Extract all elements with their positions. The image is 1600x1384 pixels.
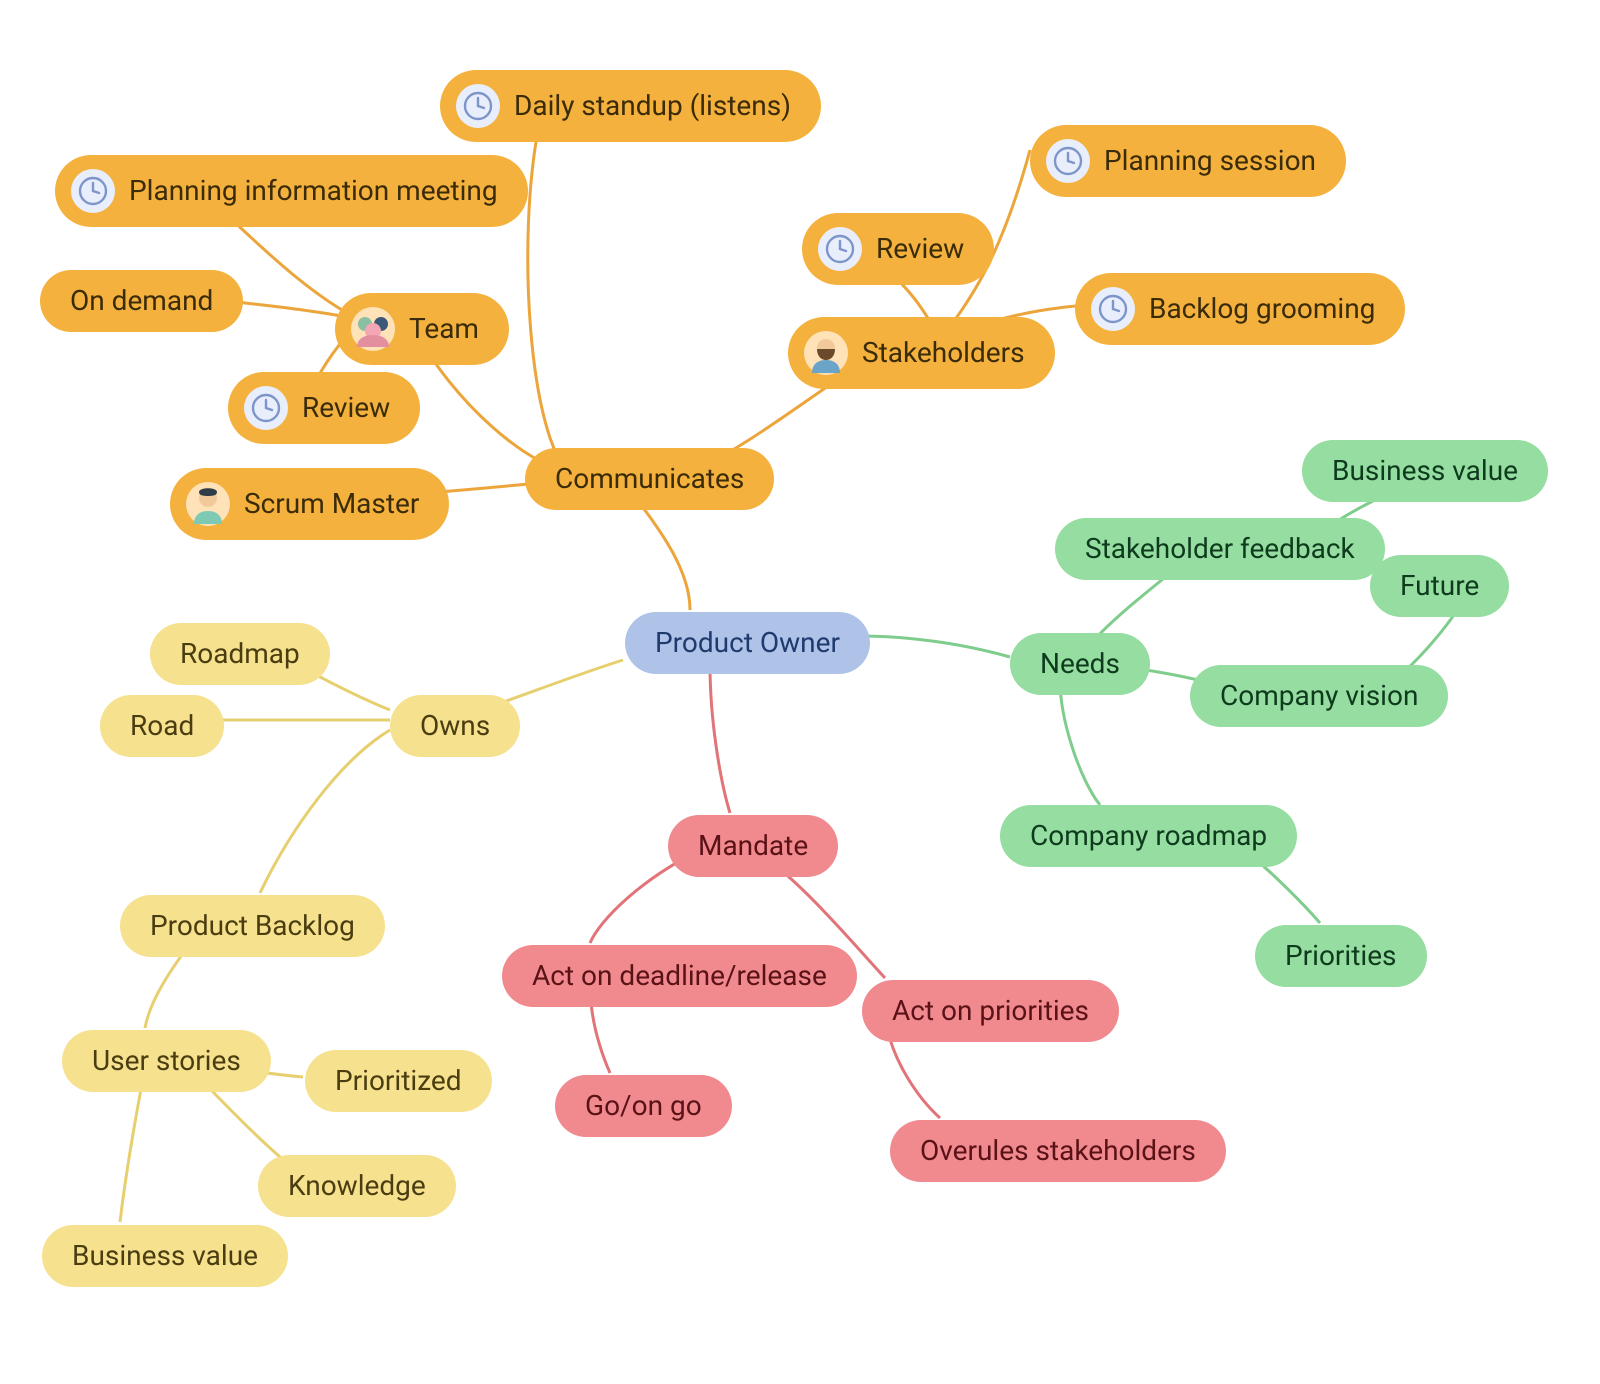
node-backlog-grooming[interactable]: Backlog grooming [1075,273,1405,345]
node-owns[interactable]: Owns [390,695,520,757]
node-prioritized[interactable]: Prioritized [305,1050,492,1112]
node-needs-business-value[interactable]: Business value [1302,440,1548,502]
label: Review [876,232,964,266]
label: Product Backlog [150,909,355,943]
label: Prioritized [335,1064,462,1098]
node-go-no-go[interactable]: Go/on go [555,1075,732,1137]
node-team-review[interactable]: Review [228,372,420,444]
node-overrules[interactable]: Overules stakeholders [890,1120,1226,1182]
label: Act on deadline/release [532,959,827,993]
node-roadmap[interactable]: Roadmap [150,623,330,685]
clock-icon [71,169,115,213]
label: Planning information meeting [129,174,498,208]
label: Company roadmap [1030,819,1267,853]
node-stakeholders-review[interactable]: Review [802,213,994,285]
label: Backlog grooming [1149,292,1375,326]
clock-icon [456,84,500,128]
node-communicates[interactable]: Communicates [525,448,774,510]
node-scrum-master[interactable]: Scrum Master [170,468,449,540]
node-needs[interactable]: Needs [1010,633,1150,695]
node-company-roadmap[interactable]: Company roadmap [1000,805,1297,867]
label: Product Owner [655,626,840,660]
label: Stakeholder feedback [1085,532,1355,566]
node-future[interactable]: Future [1370,555,1509,617]
team-icon [351,307,395,351]
label: Company vision [1220,679,1418,713]
node-user-stories[interactable]: User stories [62,1030,271,1092]
label: Stakeholders [862,336,1025,370]
node-act-priorities[interactable]: Act on priorities [862,980,1119,1042]
label: Roadmap [180,637,300,671]
node-road[interactable]: Road [100,695,224,757]
node-planning-session[interactable]: Planning session [1030,125,1346,197]
label: Needs [1040,647,1120,681]
node-planning-info-meeting[interactable]: Planning information meeting [55,155,528,227]
label: User stories [92,1044,241,1078]
label: Future [1400,569,1479,603]
label: Planning session [1104,144,1316,178]
node-stakeholders[interactable]: Stakeholders [788,317,1055,389]
node-on-demand[interactable]: On demand [40,270,243,332]
node-team[interactable]: Team [335,293,509,365]
label: Owns [420,709,490,743]
node-stakeholder-feedback[interactable]: Stakeholder feedback [1055,518,1385,580]
label: Act on priorities [892,994,1089,1028]
clock-icon [818,227,862,271]
node-owns-business-value[interactable]: Business value [42,1225,288,1287]
label: Overules stakeholders [920,1134,1196,1168]
label: Go/on go [585,1089,702,1123]
node-knowledge[interactable]: Knowledge [258,1155,456,1217]
label: Mandate [698,829,808,863]
node-daily-standup[interactable]: Daily standup (listens) [440,70,821,142]
label: Daily standup (listens) [514,89,791,123]
node-mandate[interactable]: Mandate [668,815,838,877]
node-act-deadline[interactable]: Act on deadline/release [502,945,857,1007]
label: Business value [1332,454,1518,488]
label: Knowledge [288,1169,426,1203]
label: Team [409,312,479,346]
label: Business value [72,1239,258,1273]
node-product-owner[interactable]: Product Owner [625,612,870,674]
label: Review [302,391,390,425]
node-priorities[interactable]: Priorities [1255,925,1427,987]
node-product-backlog[interactable]: Product Backlog [120,895,385,957]
clock-icon [244,386,288,430]
label: Priorities [1285,939,1397,973]
label: Scrum Master [244,487,419,521]
label: Communicates [555,462,744,496]
person-icon [804,331,848,375]
clock-icon [1091,287,1135,331]
label: On demand [70,284,213,318]
person-icon [186,482,230,526]
clock-icon [1046,139,1090,183]
label: Road [130,709,194,743]
node-company-vision[interactable]: Company vision [1190,665,1448,727]
